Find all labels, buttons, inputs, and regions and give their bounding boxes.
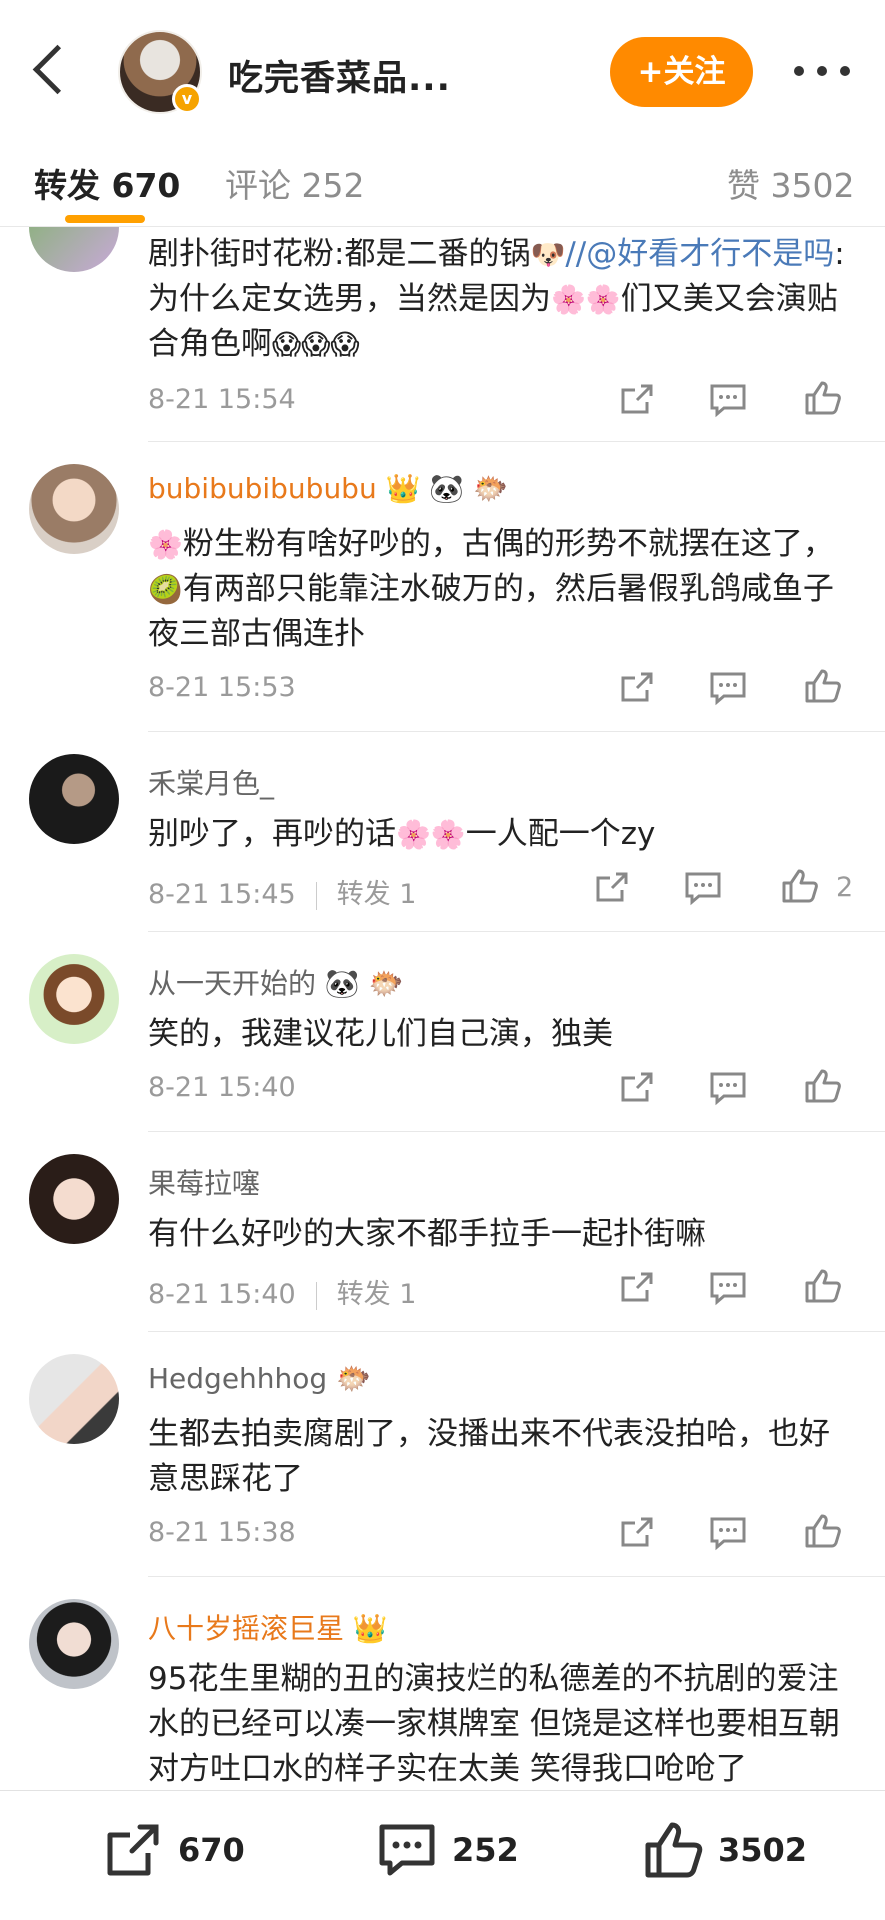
- user-avatar[interactable]: [29, 954, 119, 1044]
- comment-text: 笑的，我建议花儿们自己演，独美: [148, 1016, 613, 1052]
- comment-icon[interactable]: [708, 1515, 748, 1551]
- scream-emoji: 😱: [301, 328, 331, 361]
- repost-button[interactable]: 670: [102, 1819, 252, 1889]
- timestamp: 8-21 15:54: [148, 384, 296, 415]
- bottom-action-bar: 670 252 3502: [0, 1790, 885, 1920]
- crown-badge-icon: 👑: [352, 1612, 388, 1645]
- timestamp: 8-21 15:40: [148, 1072, 296, 1103]
- user-name[interactable]: 果莓拉噻: [148, 1162, 260, 1202]
- share-icon[interactable]: [617, 382, 657, 418]
- more-options-icon[interactable]: [792, 60, 852, 82]
- user-avatar[interactable]: [29, 1154, 119, 1244]
- flower-emoji: 🌸: [551, 283, 586, 316]
- share-icon: [107, 1824, 159, 1876]
- comment-button[interactable]: 252: [376, 1819, 526, 1889]
- list-item: 从一天开始的 🐼 🐡 笑的，我建议花儿们自己演，独美 8-21 15:40: [0, 932, 885, 1132]
- timestamp: 8-21 15:38: [148, 1517, 296, 1548]
- tab-bar: 转发 670 评论 252 赞 3502: [0, 145, 885, 227]
- user-name[interactable]: bubibubibububu 👑 🐼 🐡: [148, 472, 508, 505]
- like-count: 3502: [718, 1831, 808, 1869]
- verified-badge-icon: v: [172, 84, 202, 114]
- user-name[interactable]: Hedgehhhog 🐡: [148, 1362, 371, 1395]
- kiwi-emoji: 🥝: [148, 573, 183, 606]
- list-item: 八十岁摇滚巨星 👑 95花生里糊的丑的演技烂的私德差的不抗剧的爱注水的已经可以凑…: [0, 1577, 885, 1790]
- timestamp: 8-21 15:45: [148, 879, 296, 910]
- meta-separator: [315, 1281, 317, 1310]
- share-icon[interactable]: [617, 1070, 657, 1106]
- comment-text: 别吵了，再吵的话🌸🌸一人配一个zy: [148, 812, 858, 857]
- thumbs-up-icon[interactable]: [803, 1268, 843, 1304]
- back-arrow-icon[interactable]: [26, 40, 76, 104]
- meta-separator: [315, 881, 317, 910]
- fish-badge-icon: 🐡: [368, 967, 404, 1000]
- comment-icon: [379, 1824, 435, 1876]
- flower-emoji: 🌸: [148, 528, 183, 561]
- share-icon[interactable]: [592, 870, 632, 906]
- share-icon[interactable]: [617, 1270, 657, 1306]
- author-name[interactable]: 吃完香菜品...: [228, 50, 451, 101]
- user-avatar[interactable]: [29, 1599, 119, 1689]
- list-item: 禾棠月色_ 别吵了，再吵的话🌸🌸一人配一个zy 8-21 15:45 转发 1 2: [0, 732, 885, 932]
- thumbs-up-icon: [645, 1822, 703, 1878]
- active-tab-indicator: [65, 215, 145, 223]
- follow-button[interactable]: +关注: [610, 37, 753, 107]
- timestamp: 8-21 15:53: [148, 672, 296, 703]
- user-name[interactable]: 八十岁摇滚巨星 👑: [148, 1607, 388, 1647]
- comment-text: 生都去拍卖腐剧了，没播出来不代表没拍哈，也好意思踩花了: [148, 1416, 830, 1497]
- list-item: Hedgehhhog 🐡 生都去拍卖腐剧了，没播出来不代表没拍哈，也好意思踩花了…: [0, 1332, 885, 1577]
- comment-text: 剧扑街时花粉:都是二番的锅🐶//@好看才行不是吗:为什么定女选男，当然是因为🌸🌸…: [148, 232, 858, 367]
- fish-badge-icon: 🐡: [473, 472, 509, 505]
- share-icon[interactable]: [617, 670, 657, 706]
- comment-icon[interactable]: [708, 1270, 748, 1306]
- thumbs-up-icon[interactable]: [803, 1513, 843, 1549]
- repost-count[interactable]: 转发 1: [337, 879, 417, 910]
- comment-icon[interactable]: [708, 670, 748, 706]
- tab-likes[interactable]: 赞 3502: [727, 159, 854, 207]
- comment-icon[interactable]: [708, 1070, 748, 1106]
- thumbs-up-icon[interactable]: [780, 868, 820, 904]
- user-avatar[interactable]: [29, 1354, 119, 1444]
- comment-text: 有什么好吵的大家不都手拉手一起扑街嘛: [148, 1216, 706, 1252]
- comment-count: 252: [452, 1831, 519, 1869]
- weibo-repost-page: v 吃完香菜品... +关注 转发 670 评论 252 赞 3502 剧扑街时…: [0, 0, 885, 1920]
- flower-emoji: 🌸: [585, 283, 621, 316]
- tab-comments[interactable]: 评论 252: [225, 159, 364, 207]
- thumbs-up-icon[interactable]: [803, 380, 843, 416]
- user-name[interactable]: 从一天开始的 🐼 🐡: [148, 962, 404, 1002]
- share-icon[interactable]: [617, 1515, 657, 1551]
- comment-icon[interactable]: [708, 382, 748, 418]
- flower-emoji: 🌸: [430, 818, 466, 851]
- panda-badge-icon: 🐼: [324, 967, 360, 1000]
- panda-badge-icon: 🐼: [429, 472, 465, 505]
- comment-meta: 8-21 15:40 转发 1: [148, 1272, 416, 1311]
- comment-meta: 8-21 15:45 转发 1: [148, 872, 416, 911]
- user-avatar[interactable]: [29, 227, 119, 272]
- timestamp: 8-21 15:40: [148, 1279, 296, 1310]
- like-count: 2: [836, 872, 854, 903]
- user-avatar[interactable]: [29, 464, 119, 554]
- like-button[interactable]: 3502: [642, 1819, 822, 1889]
- user-name[interactable]: 禾棠月色_: [148, 762, 274, 802]
- scream-emoji: 😱: [330, 328, 360, 361]
- top-header: v 吃完香菜品... +关注: [0, 0, 885, 145]
- doge-emoji: 🐶: [530, 238, 566, 271]
- thumbs-up-icon[interactable]: [803, 1068, 843, 1104]
- crown-badge-icon: 👑: [385, 472, 421, 505]
- list-item: bubibubibububu 👑 🐼 🐡 🌸粉生粉有啥好吵的，古偶的形势不就摆在…: [0, 442, 885, 732]
- repost-list[interactable]: 剧扑街时花粉:都是二番的锅🐶//@好看才行不是吗:为什么定女选男，当然是因为🌸🌸…: [0, 227, 885, 1790]
- scream-emoji: 😱: [272, 328, 302, 361]
- fish-badge-icon: 🐡: [336, 1362, 371, 1395]
- list-item: 果莓拉噻 有什么好吵的大家不都手拉手一起扑街嘛 8-21 15:40 转发 1: [0, 1132, 885, 1332]
- comment-text: 95花生里糊的丑的演技烂的私德差的不抗剧的爱注水的已经可以凑一家棋牌室 但饶是这…: [148, 1661, 840, 1787]
- repost-count: 670: [178, 1831, 245, 1869]
- comment-icon[interactable]: [683, 870, 723, 906]
- user-avatar[interactable]: [29, 754, 119, 844]
- repost-count[interactable]: 转发 1: [337, 1279, 417, 1310]
- tab-repost[interactable]: 转发 670: [34, 159, 180, 207]
- list-item: 剧扑街时花粉:都是二番的锅🐶//@好看才行不是吗:为什么定女选男，当然是因为🌸🌸…: [0, 227, 885, 442]
- flower-emoji: 🌸: [396, 818, 431, 851]
- thumbs-up-icon[interactable]: [803, 668, 843, 704]
- comment-text: 🌸粉生粉有啥好吵的，古偶的形势不就摆在这了，🥝有两部只能靠注水破万的，然后暑假乳…: [148, 522, 858, 657]
- mention-link[interactable]: //@好看才行不是吗: [565, 236, 834, 272]
